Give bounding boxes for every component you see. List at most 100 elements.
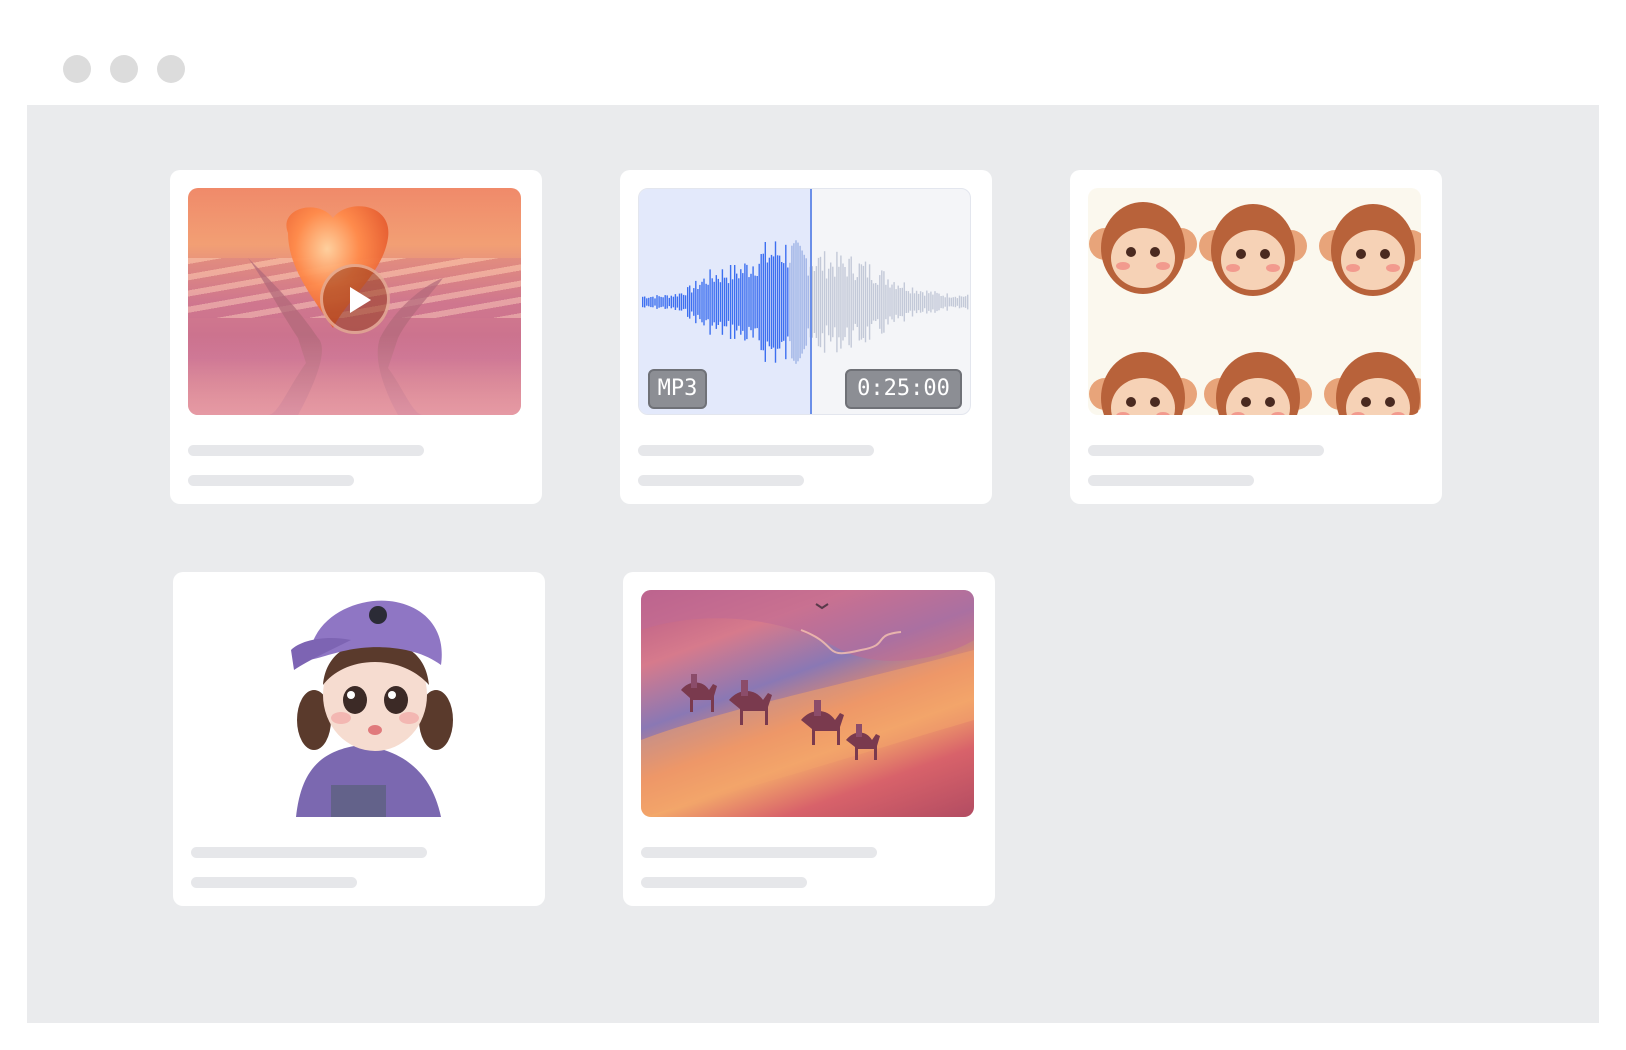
waveform-bar [877, 284, 879, 320]
waveform-bar [768, 257, 771, 347]
waveform-bar [652, 296, 654, 308]
waveform-bar [783, 263, 785, 341]
audio-player[interactable]: MP3 0:25:00 [638, 188, 971, 415]
waveform-bar [881, 270, 883, 334]
waveform-bar [664, 295, 666, 309]
waveform-bar [642, 296, 644, 308]
waveform-bar [731, 279, 734, 325]
waveform-bar [748, 277, 750, 327]
waveform-bar [781, 262, 783, 342]
waveform-bar [717, 278, 719, 325]
waveform-bar [656, 295, 658, 309]
waveform-bar [907, 291, 910, 313]
waveform-bar [703, 278, 705, 326]
subtitle-placeholder [638, 475, 804, 486]
waveform-bar [644, 296, 646, 308]
media-card-audio[interactable]: MP3 0:25:00 [620, 170, 992, 504]
waveform-bar [825, 278, 828, 326]
waveform-bar [705, 283, 707, 321]
waveform-bar [891, 284, 893, 320]
waveform-bar [715, 275, 717, 329]
waveform-bar [883, 271, 885, 333]
waveform-bar [785, 244, 787, 360]
waveform-bar [922, 292, 924, 312]
waveform-bar [872, 283, 875, 321]
waveform-bar [764, 242, 766, 362]
waveform-bar [770, 254, 773, 349]
play-button[interactable] [320, 264, 390, 334]
waveform-bar [760, 254, 762, 351]
waveform-bar [842, 263, 844, 341]
audio-format-badge: MP3 [648, 369, 707, 409]
waveform-bar [932, 294, 934, 310]
monkey-sticker [1199, 204, 1307, 296]
waveform-bar [791, 245, 793, 359]
waveform-bar [844, 267, 846, 338]
waveform-bar [958, 295, 961, 309]
monkey-sticker [1089, 352, 1197, 415]
waveform-bar [752, 266, 754, 338]
waveform-bar [962, 296, 965, 308]
waveform-bar [684, 295, 687, 309]
waveform-bar [960, 296, 963, 308]
monkey-sticker [1319, 204, 1421, 296]
waveform-bar [899, 288, 901, 316]
window-control-close[interactable] [63, 55, 91, 83]
video-thumbnail[interactable] [188, 188, 521, 415]
waveform-bar [680, 293, 683, 311]
waveform-bar [928, 293, 930, 311]
waveform-bar [815, 266, 818, 338]
waveform-bar [654, 298, 656, 306]
subtitle-placeholder [188, 475, 354, 486]
window-control-maximize[interactable] [157, 55, 185, 83]
window-titlebar [0, 0, 1626, 105]
waveform-bar [678, 293, 681, 311]
waveform-bar [901, 287, 903, 317]
waveform-bar [799, 245, 801, 359]
waveform-bar [646, 298, 648, 306]
media-card-desert[interactable] [623, 572, 995, 906]
waveform-bar [766, 262, 769, 342]
waveform-bar [858, 263, 860, 341]
waveform-bar [687, 287, 689, 317]
waveform-bar [695, 280, 697, 324]
waveform-bar [848, 258, 850, 346]
waveform-bar [913, 293, 916, 311]
waveform-bar [650, 297, 652, 308]
title-placeholder [641, 847, 877, 858]
waveform-bar [944, 297, 946, 307]
waveform-bar [711, 278, 713, 326]
audio-duration-badge: 0:25:00 [845, 369, 962, 409]
waveform-bar [676, 296, 679, 308]
waveform-bar [697, 289, 699, 315]
media-card-stickers[interactable] [1070, 170, 1442, 504]
waveform-bar [727, 283, 730, 321]
waveform-bar [701, 281, 703, 323]
waveform-bar [682, 294, 685, 310]
waveform-bar [936, 292, 938, 312]
waveform-bar [744, 263, 746, 341]
waveform-bar [875, 283, 877, 321]
waveform-bar [930, 291, 932, 313]
girl-avatar-illustration [291, 600, 453, 817]
title-placeholder [638, 445, 874, 456]
waveform-bar [776, 255, 779, 349]
sticker-sheet-image[interactable] [1088, 188, 1421, 415]
media-card-avatar[interactable] [173, 572, 545, 906]
avatar-image[interactable] [191, 590, 524, 817]
waveform-bar [819, 256, 822, 348]
window-control-minimize[interactable] [110, 55, 138, 83]
waveform-bar [668, 297, 670, 307]
desert-caravan-image[interactable] [641, 590, 974, 817]
waveform-bar [795, 240, 797, 364]
media-card-video[interactable] [170, 170, 542, 504]
waveform-bar [817, 257, 820, 347]
waveform-bar [846, 276, 848, 328]
waveform-bar [670, 295, 672, 309]
playhead[interactable] [810, 189, 812, 414]
waveform-bar [666, 295, 668, 309]
waveform-bar [950, 297, 952, 307]
waveform-bar [674, 294, 677, 310]
waveform-bar [860, 264, 863, 340]
waveform-bar [789, 262, 791, 342]
